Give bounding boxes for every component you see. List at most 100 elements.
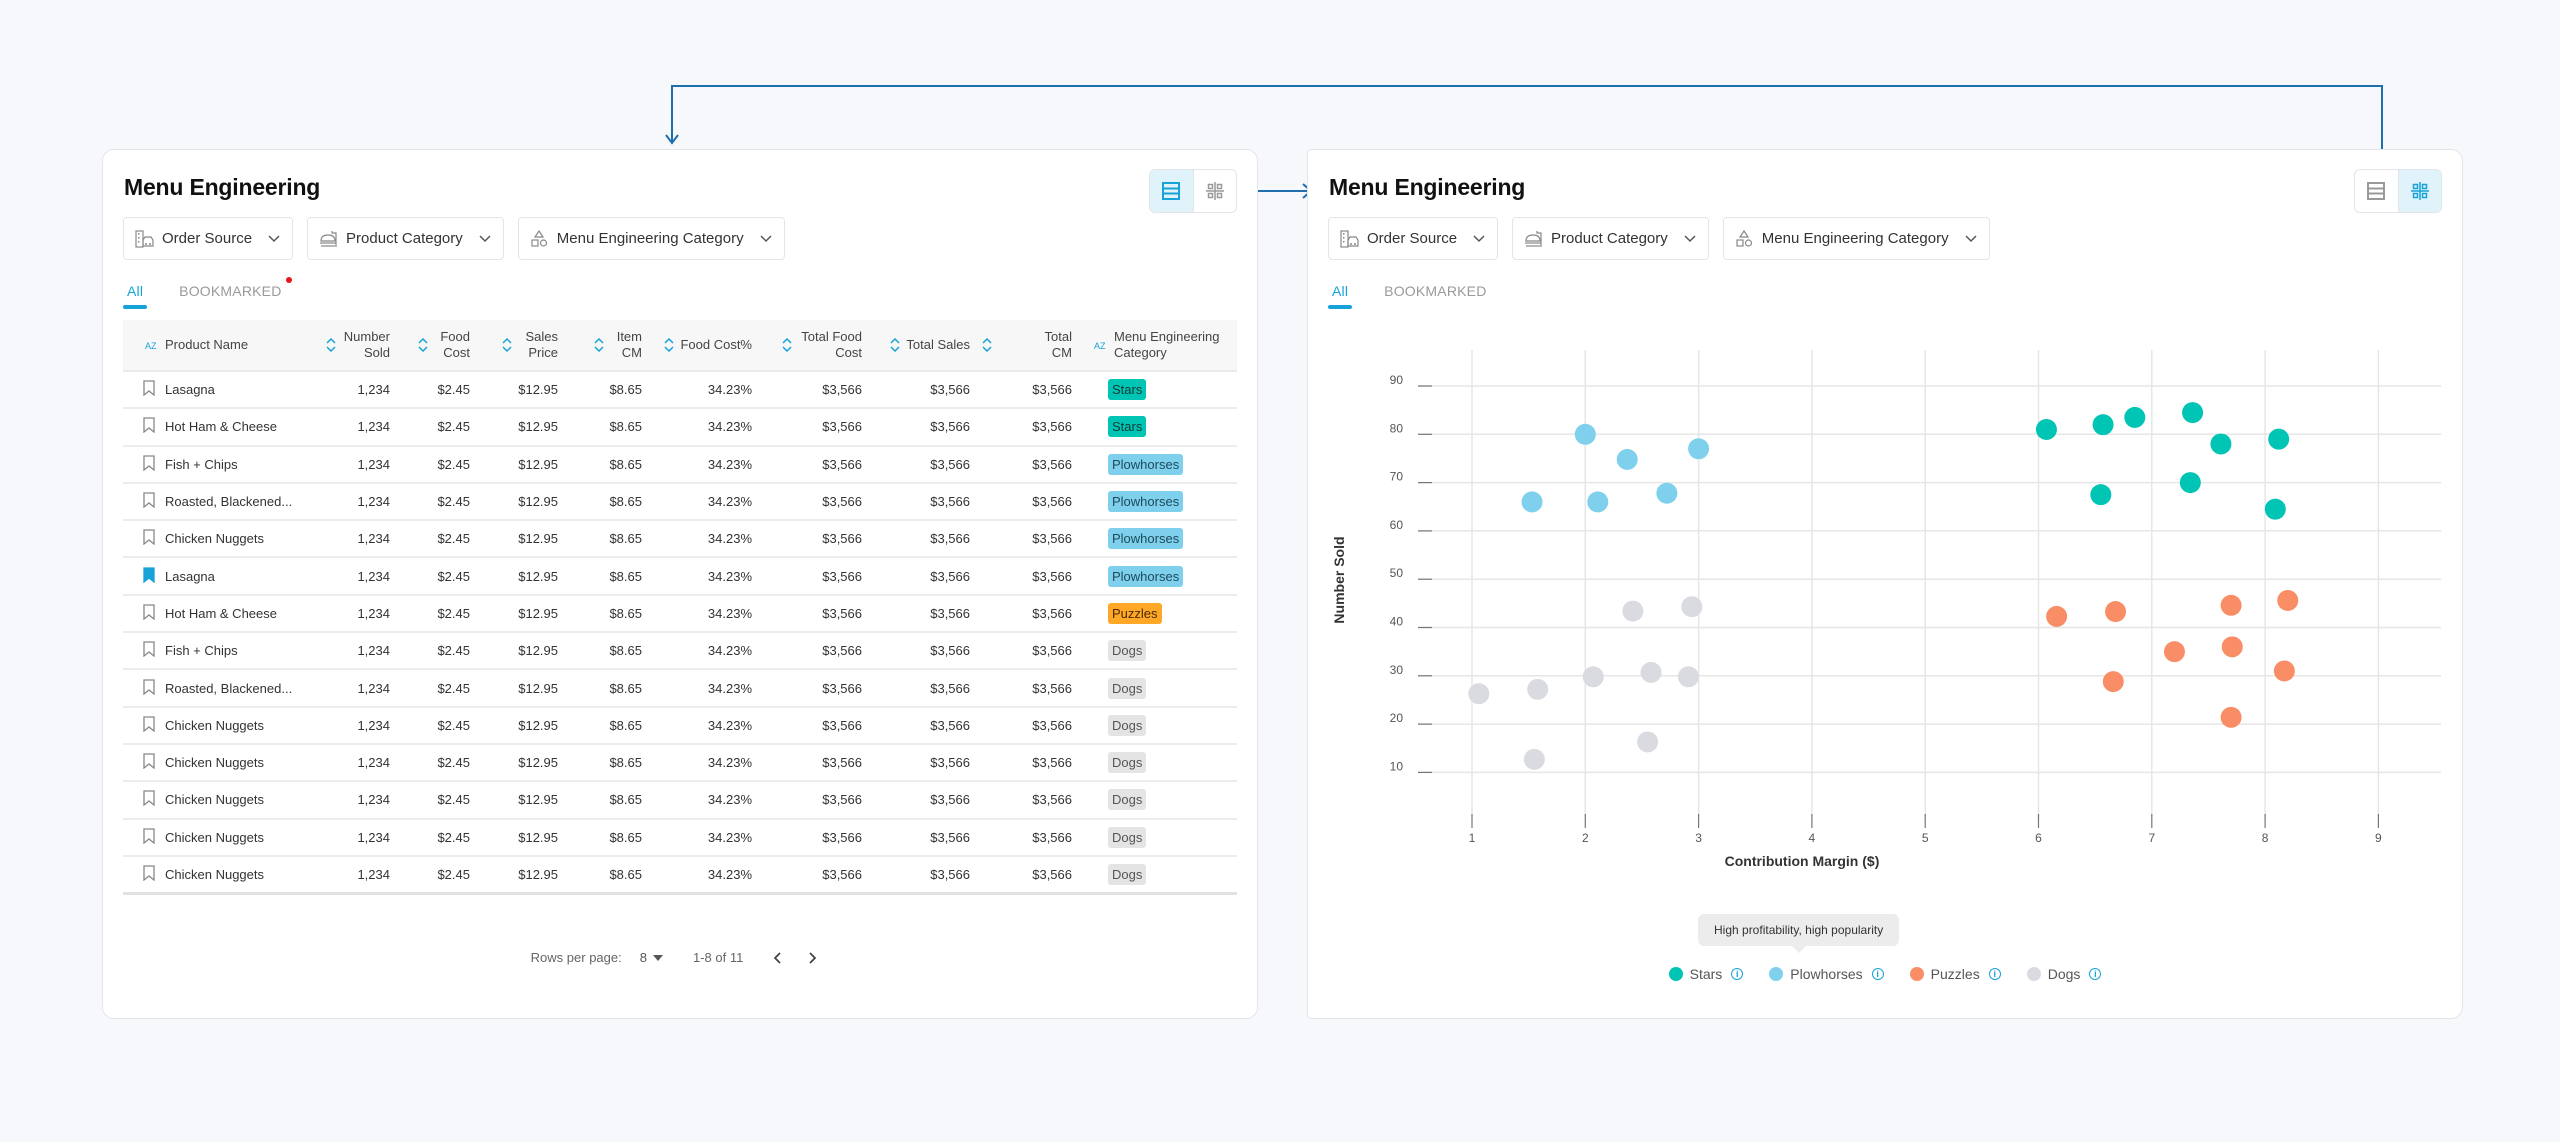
legend-item-puzzles[interactable]: Puzzles i xyxy=(1909,966,2001,982)
data-point-stars[interactable] xyxy=(2268,428,2290,450)
bookmark-icon[interactable] xyxy=(143,678,155,698)
sort-updown-icon[interactable] xyxy=(326,338,336,352)
bookmark-icon[interactable] xyxy=(143,455,155,474)
data-point-puzzles[interactable] xyxy=(2273,660,2295,682)
bookmark-icon[interactable] xyxy=(143,641,155,660)
legend-item-stars[interactable]: Stars i xyxy=(1668,966,1744,982)
column-header-total-food-cost[interactable]: Total Food Cost xyxy=(758,320,868,372)
data-point-stars[interactable] xyxy=(2035,418,2057,440)
column-header-product-name[interactable]: AZ Product Name xyxy=(123,320,308,372)
menu-engineering-category-filter[interactable]: Menu Engineering Category xyxy=(517,217,785,260)
shapes-icon xyxy=(531,229,547,247)
data-point-dogs[interactable] xyxy=(1622,600,1644,622)
data-point-stars[interactable] xyxy=(2092,414,2114,436)
data-point-dogs[interactable] xyxy=(1677,666,1699,688)
data-point-plowhorses[interactable] xyxy=(1688,438,1710,460)
data-point-plowhorses[interactable] xyxy=(1574,423,1596,445)
table-row[interactable]: Lasagna 1,234 $2.45 $12.95 $8.65 34.23% $3,566… xyxy=(123,371,1237,410)
data-point-dogs[interactable] xyxy=(1637,731,1659,753)
data-point-stars[interactable] xyxy=(2124,406,2146,428)
previous-page-button[interactable] xyxy=(767,951,789,964)
column-header-number-sold[interactable]: Number Sold xyxy=(308,320,396,372)
bookmark-icon[interactable] xyxy=(143,828,155,847)
bookmark-icon[interactable] xyxy=(143,604,155,623)
column-header-food-cost[interactable]: Food Cost xyxy=(396,320,476,372)
data-point-puzzles[interactable] xyxy=(2105,601,2127,623)
data-point-puzzles[interactable] xyxy=(2277,589,2299,611)
bookmark-icon[interactable] xyxy=(143,790,155,809)
data-point-dogs[interactable] xyxy=(1523,748,1545,770)
column-header-sales-price[interactable]: Sales Price xyxy=(476,320,564,372)
column-header-food-cost-pct[interactable]: Food Cost% xyxy=(648,320,758,372)
data-point-dogs[interactable] xyxy=(1681,596,1703,618)
bookmark-icon[interactable] xyxy=(143,753,155,772)
bookmark-filled-icon[interactable] xyxy=(143,566,155,586)
bookmark-icon[interactable] xyxy=(143,529,155,548)
data-point-puzzles[interactable] xyxy=(2163,641,2185,663)
sort-az-icon[interactable]: AZ xyxy=(1094,339,1108,351)
tab-bookmarked[interactable]: BOOKMARKED xyxy=(175,277,292,305)
table-row[interactable]: Lasagna 1,234 $2.45 $12.95 $8.65 34.23% $3,566… xyxy=(123,557,1237,596)
info-icon[interactable]: i xyxy=(1871,968,1884,980)
info-icon[interactable]: i xyxy=(1731,968,1744,980)
product-category-filter[interactable]: Product Category xyxy=(307,217,504,260)
order-source-filter[interactable]: Order Source xyxy=(123,217,294,260)
data-point-stars[interactable] xyxy=(2210,433,2232,455)
tab-all[interactable]: All xyxy=(123,283,148,309)
table-row[interactable]: Chicken Nuggets 1,234 $2.45 $12.95 $8.65 34.2… xyxy=(123,818,1237,857)
data-point-dogs[interactable] xyxy=(1468,683,1490,705)
data-point-dogs[interactable] xyxy=(1527,678,1549,700)
column-header-total-cm[interactable]: Total CM xyxy=(976,320,1078,372)
chart-view-button[interactable] xyxy=(1192,170,1236,212)
bookmark-icon[interactable] xyxy=(143,417,155,436)
next-page-button[interactable] xyxy=(801,951,823,964)
data-point-stars[interactable] xyxy=(2182,402,2204,424)
table-row[interactable]: Roasted, Blackened... 1,234 $2.45 $12.95 $8.… xyxy=(123,482,1237,522)
data-point-stars[interactable] xyxy=(2090,484,2112,506)
column-header-category[interactable]: AZ Menu Engineering Category xyxy=(1078,320,1237,372)
table-row[interactable]: Hot Ham & Cheese 1,234 $2.45 $12.95 $8.65 34.… xyxy=(123,594,1237,634)
column-header-item-cm[interactable]: Item CM xyxy=(564,320,648,372)
data-point-stars[interactable] xyxy=(2179,472,2201,494)
data-point-plowhorses[interactable] xyxy=(1656,482,1678,504)
sort-updown-icon[interactable] xyxy=(890,338,900,352)
data-point-puzzles[interactable] xyxy=(2220,594,2242,616)
column-header-total-sales[interactable]: Total Sales xyxy=(868,320,976,372)
data-point-puzzles[interactable] xyxy=(2046,605,2068,627)
data-point-puzzles[interactable] xyxy=(2221,636,2243,658)
table-row[interactable]: Fish + Chips 1,234 $2.45 $12.95 $8.65 34.23% $… xyxy=(123,632,1237,671)
bookmark-icon[interactable] xyxy=(143,865,155,884)
sort-updown-icon[interactable] xyxy=(782,338,792,352)
sort-updown-icon[interactable] xyxy=(664,338,674,352)
sort-updown-icon[interactable] xyxy=(982,338,992,352)
rows-per-page-select[interactable]: 8 xyxy=(640,950,663,965)
table-row[interactable]: Chicken Nuggets 1,234 $2.45 $12.95 $8.65 34.2… xyxy=(123,743,1237,783)
bookmark-icon[interactable] xyxy=(143,492,155,511)
table-row[interactable]: Chicken Nuggets 1,234 $2.45 $12.95 $8.65 34.2… xyxy=(123,520,1237,559)
data-point-plowhorses[interactable] xyxy=(1616,448,1638,470)
table-row[interactable]: Chicken Nuggets 1,234 $2.45 $12.95 $8.65 34.2… xyxy=(123,781,1237,820)
table-row[interactable]: Hot Ham & Cheese 1,234 $2.45 $12.95 $8.65 34.… xyxy=(123,408,1237,447)
data-point-puzzles[interactable] xyxy=(2220,706,2242,728)
table-row[interactable]: Roasted, Blackened... 1,234 $2.45 $12.95 $8.… xyxy=(123,669,1237,708)
sort-az-icon[interactable]: AZ xyxy=(145,339,159,351)
data-point-dogs[interactable] xyxy=(1640,661,1662,683)
table-row[interactable]: Chicken Nuggets 1,234 $2.45 $12.95 $8.65 34.2… xyxy=(123,855,1237,895)
info-icon[interactable]: i xyxy=(2089,968,2102,980)
sort-updown-icon[interactable] xyxy=(502,338,512,352)
bookmark-icon[interactable] xyxy=(143,716,155,735)
sort-updown-icon[interactable] xyxy=(594,338,604,352)
bookmark-icon[interactable] xyxy=(143,380,155,399)
data-point-puzzles[interactable] xyxy=(2102,671,2124,693)
data-point-dogs[interactable] xyxy=(1582,666,1604,688)
table-view-button[interactable] xyxy=(1150,170,1193,212)
data-point-plowhorses[interactable] xyxy=(1521,491,1543,513)
table-row[interactable]: Fish + Chips 1,234 $2.45 $12.95 $8.65 34.23% $… xyxy=(123,445,1237,484)
data-point-stars[interactable] xyxy=(2264,498,2286,520)
sort-updown-icon[interactable] xyxy=(418,338,428,352)
table-row[interactable]: Chicken Nuggets 1,234 $2.45 $12.95 $8.65 34.2… xyxy=(123,706,1237,745)
legend-item-plowhorses[interactable]: Plowhorses i xyxy=(1769,966,1884,982)
data-point-plowhorses[interactable] xyxy=(1587,491,1609,513)
info-icon[interactable]: i xyxy=(1988,968,2001,980)
legend-item-dogs[interactable]: Dogs i xyxy=(2026,966,2102,982)
